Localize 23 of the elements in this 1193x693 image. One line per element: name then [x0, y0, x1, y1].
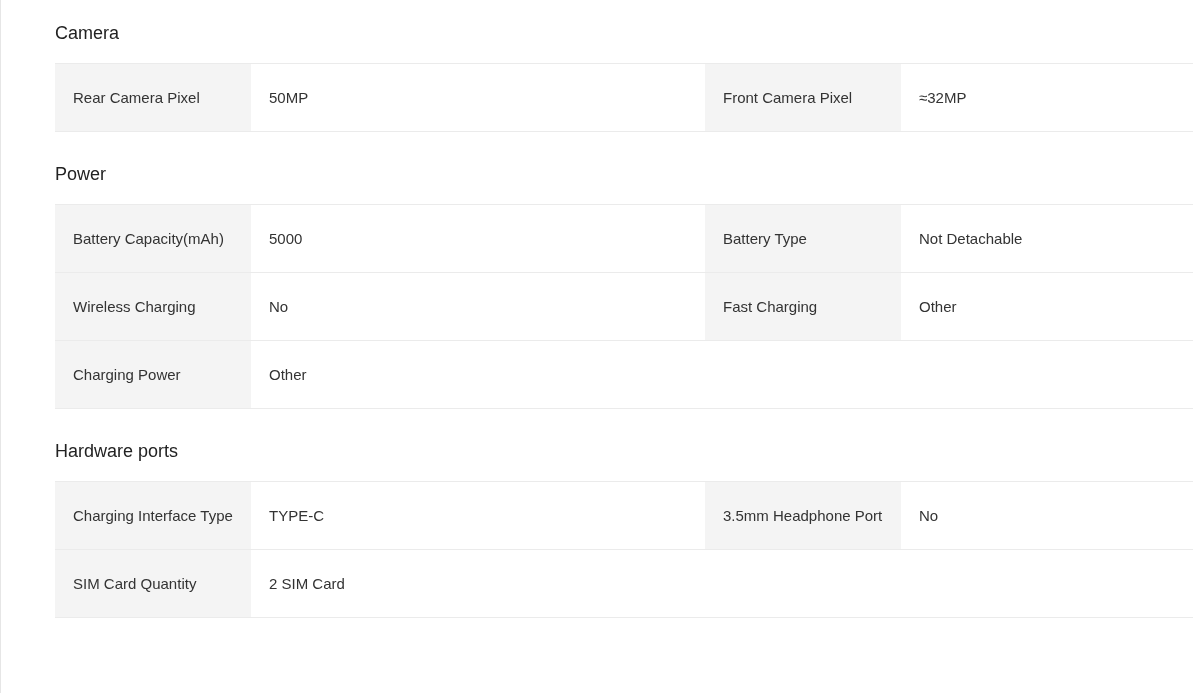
spec-label: Wireless Charging	[55, 273, 251, 340]
spec-label: Charging Power	[55, 341, 251, 408]
spec-label: 3.5mm Headphone Port	[705, 482, 901, 549]
spec-label: Battery Capacity(mAh)	[55, 205, 251, 272]
spec-label: Front Camera Pixel	[705, 64, 901, 131]
spec-label: Fast Charging	[705, 273, 901, 340]
spec-label: Charging Interface Type	[55, 482, 251, 549]
spec-value: No	[268, 297, 290, 317]
spec-value: 5000	[268, 229, 304, 249]
section-title: Power	[55, 163, 108, 186]
spec-label: SIM Card Quantity	[55, 550, 251, 617]
spec-value: Other	[268, 365, 308, 385]
spec-value: TYPE-C	[268, 506, 325, 526]
spec-value: ≈32MP	[918, 88, 968, 108]
spec-value: 2 SIM Card	[268, 574, 346, 594]
section-title: Camera	[55, 22, 121, 45]
spec-value: No	[918, 506, 940, 526]
spec-value: Not Detachable	[918, 229, 1024, 249]
spec-value: 50MP	[268, 88, 310, 108]
spec-label: Rear Camera Pixel	[55, 64, 251, 131]
spec-value: Other	[918, 297, 958, 317]
spec-label: Battery Type	[705, 205, 901, 272]
section-title: Hardware ports	[55, 440, 180, 463]
